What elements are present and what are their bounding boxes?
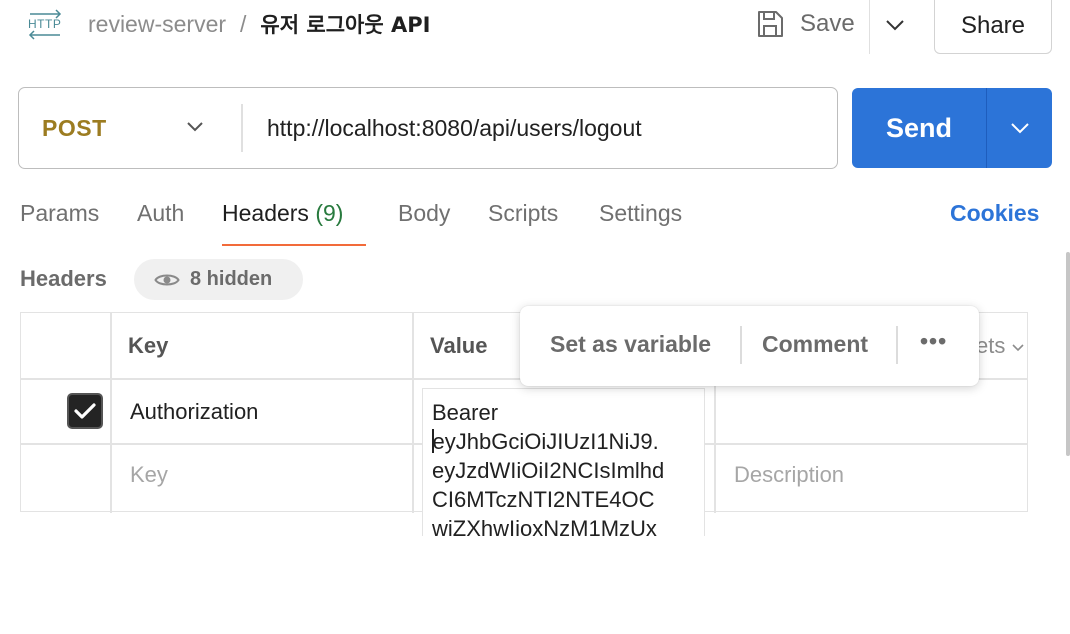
column-header-key: Key [128, 333, 169, 358]
save-label: Save [800, 10, 855, 37]
tab-auth[interactable]: Auth [137, 200, 184, 234]
value-context-menu: Set as variable Comment ••• [520, 306, 979, 386]
send-options-button[interactable] [987, 88, 1052, 168]
tab-label: Params [20, 200, 100, 226]
method-label: POST [42, 114, 107, 141]
checkmark-icon [74, 403, 96, 419]
tab-label: Headers [222, 200, 309, 226]
send-button[interactable]: Send [852, 88, 1052, 168]
tab-settings[interactable]: Settings [599, 200, 682, 234]
value-line: eyJhbGciOiJIUzI1NiJ9. [432, 427, 704, 456]
divider [869, 0, 870, 54]
header-key-cell[interactable]: Authorization [130, 399, 258, 425]
http-icon: HTTP [26, 8, 66, 42]
share-button[interactable]: Share [934, 0, 1052, 54]
value-line: eyJzdWIiOiI2NCIsImlhd [432, 458, 665, 483]
svg-text:HTTP: HTTP [28, 17, 61, 31]
tab-label: Auth [137, 200, 185, 226]
cookies-link[interactable]: Cookies [950, 200, 1039, 227]
eye-icon [154, 274, 180, 285]
hidden-headers-label: 8 hidden [190, 268, 273, 290]
divider [740, 326, 742, 364]
divider [896, 326, 898, 364]
hidden-headers-toggle[interactable]: 8 hidden [134, 259, 303, 300]
send-label: Send [885, 112, 952, 143]
headers-section-title: Headers [20, 266, 107, 291]
header-enabled-checkbox[interactable] [67, 393, 103, 429]
set-as-variable-button[interactable]: Set as variable [550, 331, 711, 358]
scrollbar[interactable] [1066, 252, 1070, 456]
chevron-down-icon [1010, 123, 1029, 134]
tab-body[interactable]: Body [398, 200, 450, 234]
value-line: CI6MTczNTI2NTE4OC [432, 487, 655, 512]
tab-label: Scripts [488, 200, 559, 226]
breadcrumb: review-server / 유저 로그아웃 API [88, 10, 430, 38]
tab-params[interactable]: Params [20, 200, 99, 234]
tab-label: Settings [599, 200, 683, 226]
chevron-down-icon [1012, 344, 1025, 352]
request-url-bar: POST http://localhost:8080/api/users/log… [18, 87, 838, 169]
chevron-down-icon [187, 122, 203, 132]
method-select[interactable]: POST [19, 88, 241, 168]
url-input[interactable]: http://localhost:8080/api/users/logout [267, 88, 642, 168]
save-options-button[interactable] [880, 10, 910, 40]
tab-scripts[interactable]: Scripts [488, 200, 558, 234]
breadcrumb-collection[interactable]: review-server [88, 11, 226, 38]
tab-label: Body [398, 200, 451, 226]
request-name[interactable]: 유저 로그아웃 API [260, 9, 430, 39]
divider [241, 104, 243, 152]
new-key-input[interactable]: Key [130, 462, 168, 488]
save-icon [758, 11, 783, 37]
column-header-value: Value [430, 333, 488, 358]
save-button[interactable]: Save [754, 4, 855, 44]
column-divider [412, 313, 414, 513]
column-divider [110, 313, 112, 513]
tab-headers[interactable]: Headers (9) [222, 200, 343, 234]
comment-button[interactable]: Comment [762, 331, 868, 358]
value-line: wiZXhwIjoxNzM1MzUx [432, 516, 657, 536]
value-line-text: eyJhbGciOiJIUzI1NiJ9. [432, 429, 659, 454]
chevron-down-icon [886, 20, 904, 31]
value-line: Bearer [432, 400, 499, 425]
more-options-icon[interactable]: ••• [920, 328, 947, 355]
headers-count: (9) [315, 200, 344, 226]
bulk-edit-button[interactable]: ets [976, 333, 1025, 359]
active-tab-indicator [222, 244, 366, 246]
breadcrumb-separator: / [240, 10, 247, 37]
bulk-edit-label: ets [976, 333, 1006, 358]
new-description-input[interactable]: Description [734, 462, 844, 488]
header-value-editor[interactable]: Bearer eyJhbGciOiJIUzI1NiJ9. eyJzdWIiOiI… [422, 388, 705, 536]
